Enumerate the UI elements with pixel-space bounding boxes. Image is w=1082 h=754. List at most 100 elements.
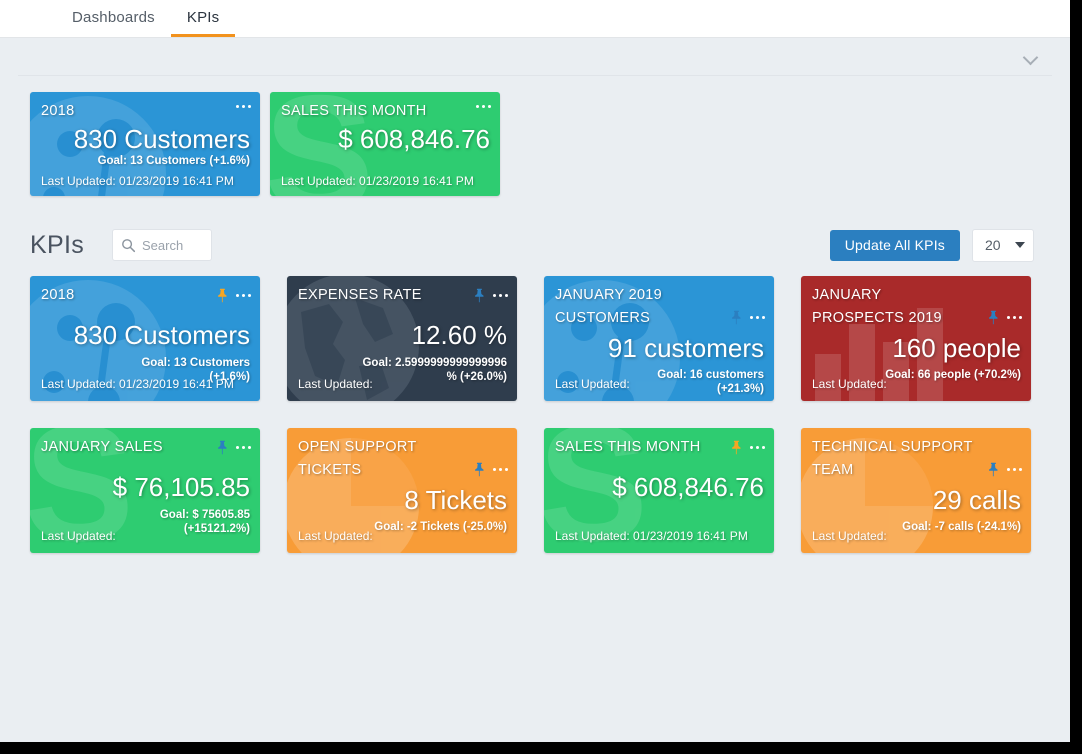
- pin-icon[interactable]: [987, 462, 1000, 477]
- kpi-card-goal: Goal: 2.5999999999999996 % (+26.0%): [362, 357, 507, 383]
- kpi-card-menu-button[interactable]: [235, 442, 251, 453]
- tab-dashboards[interactable]: Dashboards: [56, 0, 171, 37]
- kpi-card-goal: Goal: 16 customers (+21.3%): [657, 369, 764, 395]
- kpi-card-value: 12.60 %: [411, 320, 507, 350]
- kpi-card-updated: Last Updated:: [812, 529, 887, 543]
- kpi-card-goal: Goal: $ 75605.85 (+15121.2%): [159, 509, 250, 535]
- pin-icon[interactable]: [987, 310, 1000, 325]
- kpi-card-value: $ 608,846.76: [612, 472, 764, 502]
- kpi-card-actions: [475, 101, 491, 112]
- pin-icon[interactable]: [730, 310, 743, 325]
- kpi-card-body: SALES THIS MONTH $ 608,846.76 Last Updated…: [544, 428, 774, 553]
- kpi-card[interactable]: EXPENSES RATE 12.60 % Goal: 2.599999999999…: [287, 276, 517, 401]
- search-box[interactable]: [112, 229, 212, 261]
- kpi-card-menu-button[interactable]: [492, 290, 508, 301]
- kpi-card-goal: Goal: -2 Tickets (-25.0%): [374, 521, 507, 533]
- tab-dashboards-label: Dashboards: [72, 8, 155, 26]
- pinned-kpi-section: 2018 830 Customers Goal: 13 Customers (+1.…: [0, 38, 1070, 214]
- chevron-down-icon: [1015, 242, 1025, 248]
- kpi-card-title: 2018: [41, 287, 75, 303]
- kpi-card-actions: [730, 310, 765, 325]
- pin-icon[interactable]: [473, 288, 486, 303]
- kpi-card-actions: [216, 288, 251, 303]
- search-icon: [122, 238, 136, 252]
- kpi-card-value: 29 calls: [932, 485, 1021, 515]
- kpi-card-actions: [216, 440, 251, 455]
- kpi-card-body: 2018 830 Customers Goal: 13 Customers (+1.…: [30, 92, 260, 196]
- kpi-card[interactable]: JANUARY PROSPECTS 2019 160 people Goal: 66…: [801, 276, 1031, 401]
- pinned-collapse-row: [18, 38, 1052, 76]
- search-input[interactable]: [142, 237, 203, 253]
- kpi-card-menu-button[interactable]: [475, 101, 491, 112]
- kpi-card-grid: 2018 830 Customers Goal: 13 Customers (+1.…: [0, 276, 1070, 553]
- unpin-icon[interactable]: [730, 440, 743, 455]
- kpi-card-value: 160 people: [892, 333, 1021, 363]
- kpi-card-title: JANUARY PROSPECTS 2019: [812, 287, 942, 326]
- kpi-card-actions: [987, 462, 1022, 477]
- kpi-card[interactable]: OPEN SUPPORT TICKETS 8 Tickets Goal: -2 Ti…: [287, 428, 517, 553]
- kpi-card-goal: Goal: -7 calls (-24.1%): [902, 521, 1021, 533]
- kpi-card-menu-button[interactable]: [749, 442, 765, 453]
- kpi-card-value: 830 Customers: [73, 320, 250, 350]
- chevron-down-icon[interactable]: [1024, 52, 1040, 61]
- kpi-card-actions: [730, 440, 765, 455]
- pinned-card-list: 2018 830 Customers Goal: 13 Customers (+1.…: [18, 76, 1052, 214]
- kpi-card[interactable]: JANUARY 2019 CUSTOMERS 91 customers Goal: …: [544, 276, 774, 401]
- kpi-card-actions: [987, 310, 1022, 325]
- page-size-value: 20: [985, 237, 1001, 253]
- pin-icon[interactable]: [473, 462, 486, 477]
- kpi-card-title: OPEN SUPPORT TICKETS: [298, 439, 417, 478]
- kpi-card-value: $ 608,846.76: [338, 124, 490, 154]
- kpi-card-actions: [235, 101, 251, 112]
- kpi-card-goal: Goal: 13 Customers (+1.6%): [97, 155, 250, 167]
- window-border-bottom: [0, 742, 1082, 754]
- kpi-card-body: 2018 830 Customers Goal: 13 Customers (+1.…: [30, 276, 260, 401]
- kpi-card-menu-button[interactable]: [235, 101, 251, 112]
- kpi-card-updated: Last Updated: 01/23/2019 16:41 PM: [41, 377, 234, 391]
- kpi-card[interactable]: S JANUARY SALES $ 76,105.85 Goal: $ 75605.8…: [30, 428, 260, 553]
- kpi-card[interactable]: TECHNICAL SUPPORT TEAM 29 calls Goal: -7 c…: [801, 428, 1031, 553]
- update-all-kpis-button[interactable]: Update All KPIs: [829, 229, 960, 261]
- kpi-card-menu-button[interactable]: [749, 312, 765, 323]
- top-tab-bar: Dashboards KPIs: [0, 0, 1070, 38]
- tab-kpis[interactable]: KPIs: [170, 0, 236, 37]
- kpi-card-body: JANUARY PROSPECTS 2019 160 people Goal: 66…: [801, 276, 1031, 401]
- kpi-card-actions: [473, 288, 508, 303]
- kpi-card-title: JANUARY SALES: [41, 439, 163, 455]
- pin-icon[interactable]: [216, 440, 229, 455]
- kpi-card-title: 2018: [41, 103, 75, 119]
- kpi-card-updated: Last Updated: 01/23/2019 16:41 PM: [41, 174, 234, 188]
- kpi-card-actions: [473, 462, 508, 477]
- kpi-toolbar: KPIs Update All KPIs 20: [0, 214, 1070, 276]
- kpi-card-title: SALES THIS MONTH: [281, 103, 427, 119]
- kpi-card-updated: Last Updated:: [555, 377, 630, 391]
- kpi-card-menu-button[interactable]: [1006, 312, 1022, 323]
- kpi-card-menu-button[interactable]: [492, 464, 508, 475]
- kpi-card-title: SALES THIS MONTH: [555, 439, 701, 455]
- kpi-card-value: 91 customers: [607, 333, 764, 363]
- kpi-card-title: EXPENSES RATE: [298, 287, 422, 303]
- kpi-card-updated: Last Updated:: [298, 529, 373, 543]
- kpi-card-value: $ 76,105.85: [112, 472, 250, 502]
- kpi-card[interactable]: 2018 830 Customers Goal: 13 Customers (+1.…: [30, 92, 260, 196]
- kpi-card-value: 8 Tickets: [404, 485, 507, 515]
- app-window: Dashboards KPIs 2018 830 Customers Goal: 1…: [0, 0, 1070, 742]
- kpi-card-updated: Last Updated: 01/23/2019 16:41 PM: [281, 174, 474, 188]
- kpi-card-body: OPEN SUPPORT TICKETS 8 Tickets Goal: -2 Ti…: [287, 428, 517, 553]
- kpi-card-updated: Last Updated: 01/23/2019 16:41 PM: [555, 529, 748, 543]
- kpi-card-body: SALES THIS MONTH $ 608,846.76 Last Updated…: [270, 92, 500, 196]
- kpi-card-value: 830 Customers: [73, 124, 250, 154]
- unpin-icon[interactable]: [216, 288, 229, 303]
- kpi-card[interactable]: S SALES THIS MONTH $ 608,846.76 Last Update…: [544, 428, 774, 553]
- page-size-select[interactable]: 20: [972, 228, 1034, 262]
- kpi-card-menu-button[interactable]: [1006, 464, 1022, 475]
- kpi-card-title: TECHNICAL SUPPORT TEAM: [812, 439, 973, 478]
- kpi-card-title: JANUARY 2019 CUSTOMERS: [555, 287, 663, 326]
- kpi-card-updated: Last Updated:: [41, 529, 116, 543]
- kpi-card-menu-button[interactable]: [235, 290, 251, 301]
- page-title: KPIs: [30, 230, 84, 259]
- kpi-card-body: JANUARY SALES $ 76,105.85 Goal: $ 75605.85…: [30, 428, 260, 553]
- kpi-card-body: JANUARY 2019 CUSTOMERS 91 customers Goal: …: [544, 276, 774, 401]
- kpi-card[interactable]: 2018 830 Customers Goal: 13 Customers (+1.…: [30, 276, 260, 401]
- kpi-card[interactable]: S SALES THIS MONTH $ 608,846.76 Last Update…: [270, 92, 500, 196]
